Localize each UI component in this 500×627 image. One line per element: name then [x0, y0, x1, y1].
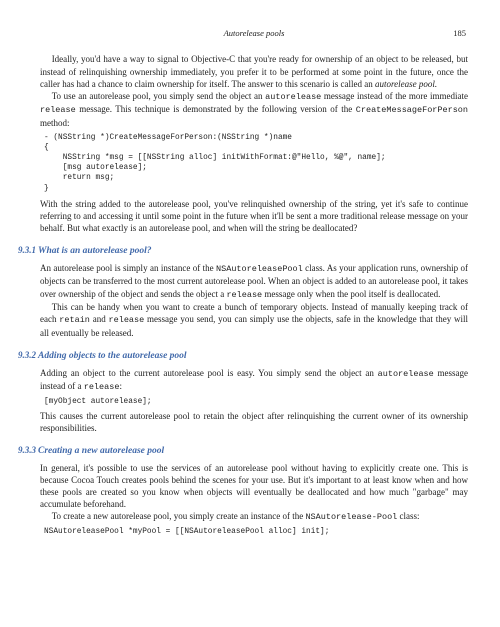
section-number: 9.3.3: [8, 444, 38, 456]
code-block-3: NSAutoreleasePool *myPool = [[NSAutorele…: [44, 527, 468, 537]
code-release: release: [40, 105, 76, 115]
intro-para-3: With the string added to the autorelease…: [40, 198, 468, 234]
code-block-1: - (NSString *)CreateMessageForPerson:(NS…: [44, 133, 468, 194]
s1-text-1c: message only when the pool itself is dea…: [262, 289, 440, 299]
code-nsautoreleasepool-2: NSAutorelease-Pool: [305, 512, 397, 522]
page-header: Autorelease pools 185: [40, 28, 468, 39]
intro-text-2a: To use an autorelease pool, you simply s…: [52, 91, 265, 101]
intro-para-2: To use an autorelease pool, you simply s…: [40, 90, 468, 129]
intro-text-2c: message. This technique is demonstrated …: [76, 104, 356, 114]
s2-text-1c: :: [119, 381, 122, 391]
section-heading-931: 9.3.1 What is an autorelease pool?: [40, 244, 468, 258]
s2-para-2: This causes the current autorelease pool…: [40, 410, 468, 434]
intro-text-2d: method:: [40, 118, 70, 128]
section-heading-932: 9.3.2 Adding objects to the autorelease …: [40, 349, 468, 363]
s1-para-1: An autorelease pool is simply an instanc…: [40, 262, 468, 301]
code-release-2: release: [226, 290, 262, 300]
intro-para-1: Ideally, you'd have a way to signal to O…: [40, 53, 468, 89]
page-number: 185: [284, 28, 466, 39]
section-title: Creating a new autorelease pool: [38, 445, 164, 458]
s3-para-1: In general, it's possible to use the ser…: [40, 462, 468, 511]
intro-text-2b: message instead of the more immediate: [321, 91, 468, 101]
section-number: 9.3.1: [8, 244, 38, 256]
code-autorelease: autorelease: [265, 92, 321, 102]
section-number: 9.3.2: [8, 349, 38, 361]
s1-text-2b: and: [90, 314, 109, 324]
autorelease-pool-term: autorelease pool.: [375, 79, 437, 89]
code-nsautoreleasepool: NSAutoreleasePool: [216, 264, 303, 274]
code-release-3: release: [109, 315, 145, 325]
s2-para-1: Adding an object to the current autorele…: [40, 367, 468, 394]
code-retain: retain: [59, 315, 90, 325]
s2-text-1a: Adding an object to the current autorele…: [40, 368, 378, 378]
header-spacer: [42, 28, 224, 39]
s1-para-2: This can be handy when you want to creat…: [40, 301, 468, 339]
section-title: Adding objects to the autorelease pool: [38, 350, 187, 363]
s1-text-1a: An autorelease pool is simply an instanc…: [40, 263, 216, 273]
header-title: Autorelease pools: [224, 28, 285, 39]
s3-para-2: To create a new autorelease pool, you si…: [40, 510, 468, 523]
code-createmsg: CreateMessageForPerson: [356, 105, 468, 115]
s3-text-2b: class:: [397, 511, 419, 521]
section-heading-933: 9.3.3 Creating a new autorelease pool: [40, 444, 468, 458]
code-release-4: release: [84, 382, 120, 392]
s3-text-2a: To create a new autorelease pool, you si…: [52, 511, 306, 521]
code-block-2: [myObject autorelease];: [44, 397, 468, 407]
section-title: What is an autorelease pool?: [38, 245, 152, 258]
code-autorelease-2: autorelease: [378, 369, 434, 379]
